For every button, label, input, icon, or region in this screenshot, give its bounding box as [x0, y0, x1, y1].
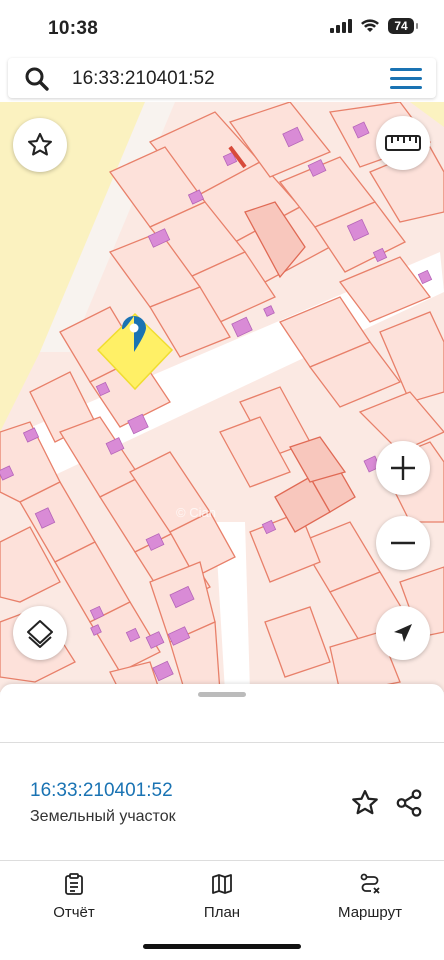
search-bar[interactable]: 16:33:210401:52	[8, 58, 436, 98]
star-icon	[27, 132, 53, 156]
search-area: 16:33:210401:52	[0, 56, 444, 102]
ruler-button[interactable]	[376, 116, 430, 170]
parcel-type-label: Земельный участок	[30, 808, 176, 825]
my-location-button[interactable]	[376, 606, 430, 660]
ruler-icon	[385, 135, 421, 151]
tab-route[interactable]: Маршрут	[310, 872, 430, 921]
layers-icon	[27, 620, 53, 648]
clipboard-icon	[65, 873, 83, 895]
map-watermark: © Cian	[176, 505, 216, 520]
share-icon[interactable]	[394, 788, 424, 818]
status-time: 10:38	[48, 18, 99, 39]
zoom-out-icon	[391, 541, 415, 545]
home-indicator	[143, 944, 301, 949]
search-input[interactable]: 16:33:210401:52	[72, 68, 215, 90]
favorite-star-icon[interactable]	[350, 788, 380, 818]
route-icon	[360, 873, 380, 894]
zoom-out-button[interactable]	[376, 516, 430, 570]
parcel-cadastral-number[interactable]: 16:33:210401:52	[30, 780, 173, 802]
tab-plan[interactable]: План	[162, 872, 282, 921]
divider	[0, 860, 444, 861]
tab-route-label: Маршрут	[338, 904, 402, 921]
map-canvas[interactable]: © Cian	[0, 102, 444, 692]
zoom-in-button[interactable]	[376, 441, 430, 495]
signal-icon	[330, 19, 352, 33]
zoom-in-icon	[391, 456, 415, 480]
search-icon[interactable]	[24, 66, 50, 92]
layers-button[interactable]	[13, 606, 67, 660]
status-bar: 10:38 74	[0, 0, 444, 56]
divider	[0, 742, 444, 743]
wifi-icon	[361, 19, 379, 32]
tab-report[interactable]: Отчёт	[14, 872, 134, 921]
map-icon	[212, 874, 232, 894]
tab-report-label: Отчёт	[53, 904, 95, 921]
menu-icon[interactable]	[390, 68, 422, 90]
status-icons: 74	[330, 18, 418, 34]
location-arrow-icon	[394, 624, 412, 642]
tab-plan-label: План	[203, 904, 241, 921]
favorite-map-button[interactable]	[13, 118, 67, 172]
cadastral-map[interactable]: © Cian	[0, 102, 444, 692]
battery-indicator: 74	[388, 18, 418, 34]
sheet-drag-handle[interactable]	[198, 692, 246, 697]
